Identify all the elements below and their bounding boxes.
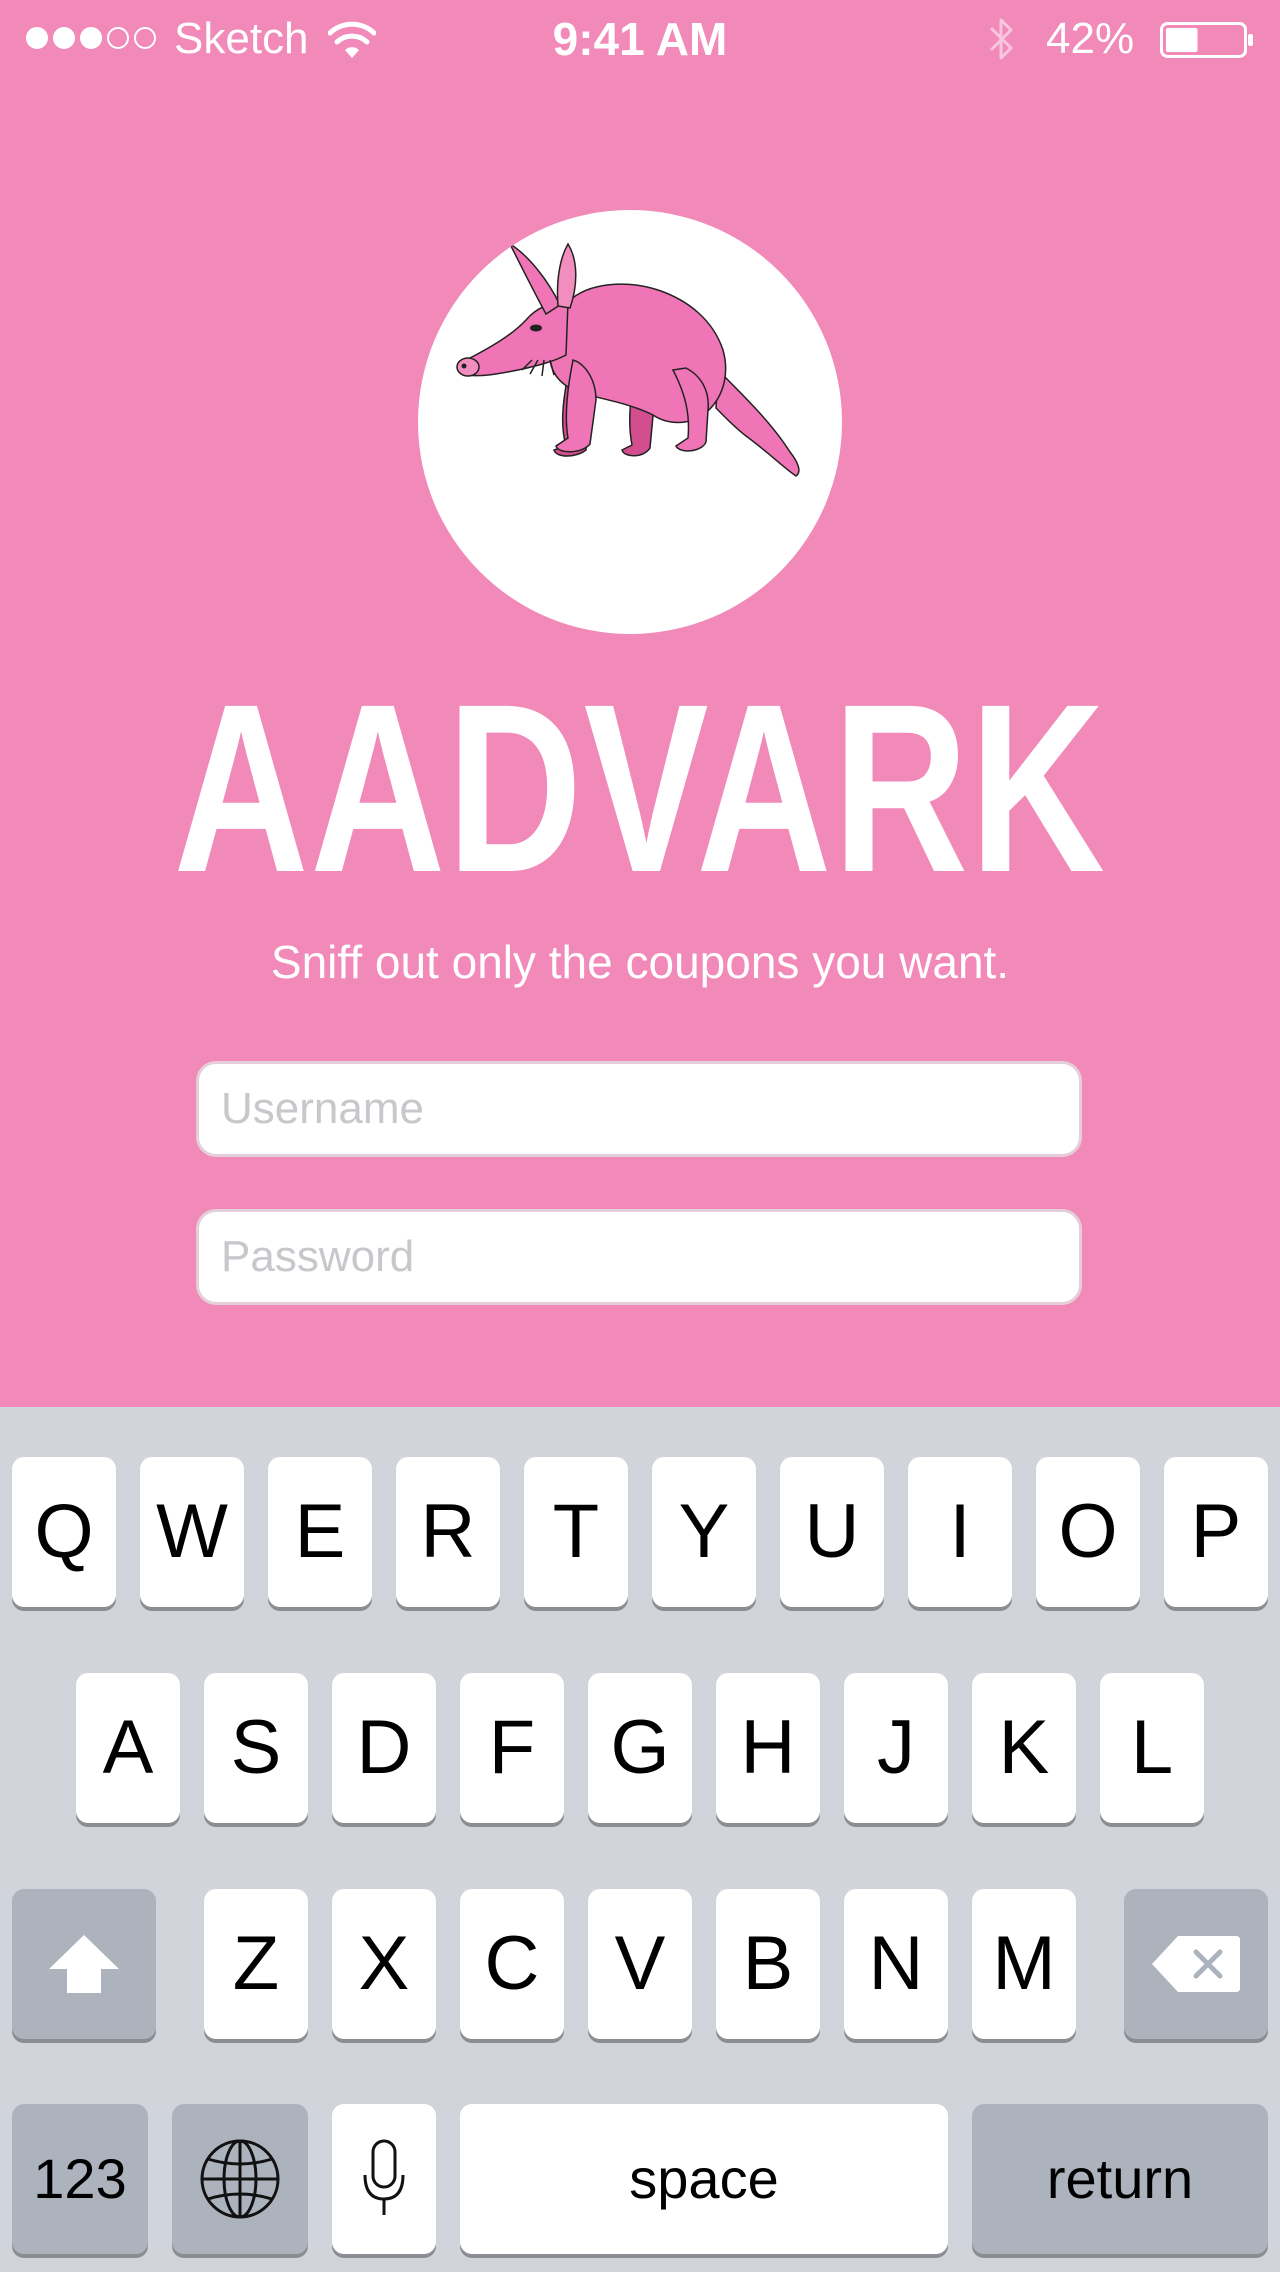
password-field[interactable] [196,1209,1082,1305]
key-v[interactable]: V [588,1889,692,2039]
key-i[interactable]: I [908,1457,1012,1607]
key-w[interactable]: W [140,1457,244,1607]
keyboard: Q W E R T Y U I O P A S D F G H J K L Z … [0,1407,1280,2272]
status-bar: Sketch 9:41 AM 42% [0,0,1280,80]
key-u[interactable]: U [780,1457,884,1607]
return-key[interactable]: return [972,2104,1268,2254]
microphone-icon [363,2139,405,2215]
battery-percentage: 42% [1046,14,1135,63]
key-k[interactable]: K [972,1673,1076,1823]
numbers-key[interactable]: 123 [12,2104,148,2254]
username-field[interactable] [196,1061,1082,1157]
key-b[interactable]: B [716,1889,820,2039]
key-h[interactable]: H [716,1673,820,1823]
key-n[interactable]: N [844,1889,948,2039]
key-o[interactable]: O [1036,1457,1140,1607]
key-q[interactable]: Q [12,1457,116,1607]
key-a[interactable]: A [76,1673,180,1823]
key-m[interactable]: M [972,1889,1076,2039]
key-f[interactable]: F [460,1673,564,1823]
battery-icon [1160,22,1253,58]
key-e[interactable]: E [268,1457,372,1607]
key-d[interactable]: D [332,1673,436,1823]
key-y[interactable]: Y [652,1457,756,1607]
globe-key[interactable] [172,2104,308,2254]
key-s[interactable]: S [204,1673,308,1823]
microphone-key[interactable] [332,2104,436,2254]
backspace-key[interactable] [1124,1889,1268,2039]
backspace-icon [1152,1936,1240,1992]
tagline: Sniff out only the coupons you want. [270,936,1010,988]
key-x[interactable]: X [332,1889,436,2039]
key-j[interactable]: J [844,1673,948,1823]
aardvark-illustration [456,241,800,477]
key-z[interactable]: Z [204,1889,308,2039]
key-c[interactable]: C [460,1889,564,2039]
key-p[interactable]: P [1164,1457,1268,1607]
key-t[interactable]: T [524,1457,628,1607]
globe-icon [200,2139,280,2219]
shift-key[interactable] [12,1889,156,2039]
space-key[interactable]: space [460,2104,948,2254]
key-g[interactable]: G [588,1673,692,1823]
bluetooth-icon [989,18,1013,60]
key-r[interactable]: R [396,1457,500,1607]
shift-arrow-icon [49,1935,119,1993]
key-l[interactable]: L [1100,1673,1204,1823]
app-name: AADVARK [173,654,1107,922]
app-logo [418,210,842,634]
